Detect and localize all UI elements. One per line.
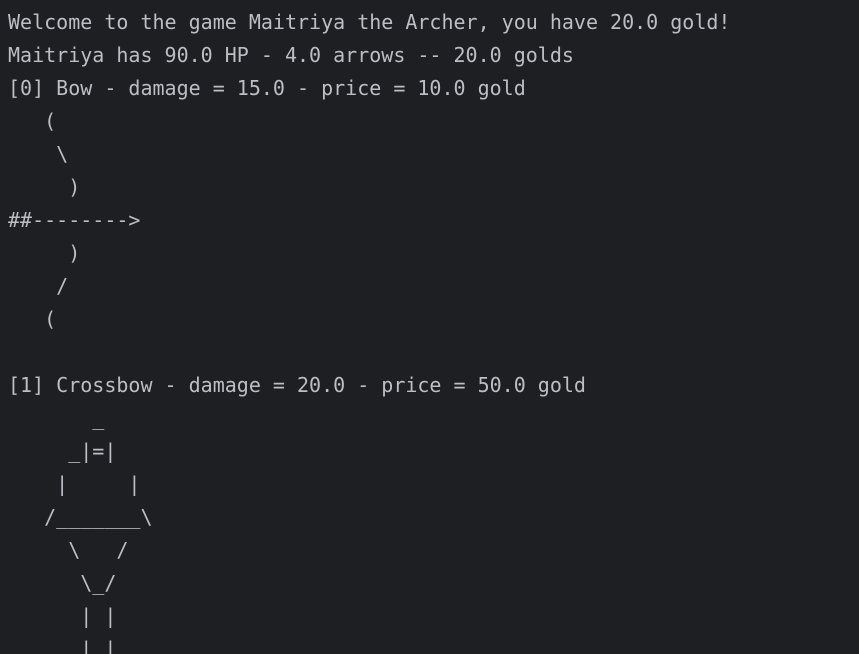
crossbow-ascii-line: _|=| (8, 439, 117, 463)
weapon-option-crossbow: [1] Crossbow - damage = 20.0 - price = 5… (8, 373, 586, 397)
bow-ascii-line: ) (8, 241, 81, 265)
bow-ascii-line: ( (8, 109, 57, 133)
crossbow-ascii-line: /_______\ (8, 505, 153, 529)
crossbow-ascii-line: \ / (8, 538, 129, 562)
crossbow-ascii-line: \_/ (8, 571, 117, 595)
bow-ascii-line: ( (8, 307, 57, 331)
bow-ascii-line: \ (8, 142, 69, 166)
weapon-option-bow: [0] Bow - damage = 15.0 - price = 10.0 g… (8, 76, 526, 100)
welcome-message: Welcome to the game Maitriya the Archer,… (8, 10, 731, 34)
crossbow-ascii-line: | | (8, 604, 117, 628)
bow-ascii-line: / (8, 274, 69, 298)
console-output: Welcome to the game Maitriya the Archer,… (0, 0, 859, 654)
player-status: Maitriya has 90.0 HP - 4.0 arrows -- 20.… (8, 43, 574, 67)
crossbow-ascii-line: | | (8, 472, 141, 496)
crossbow-ascii-line: _ (8, 406, 105, 430)
bow-ascii-line: ##--------> (8, 208, 141, 232)
bow-ascii-line: ) (8, 175, 81, 199)
crossbow-ascii-line: | | (8, 637, 117, 654)
